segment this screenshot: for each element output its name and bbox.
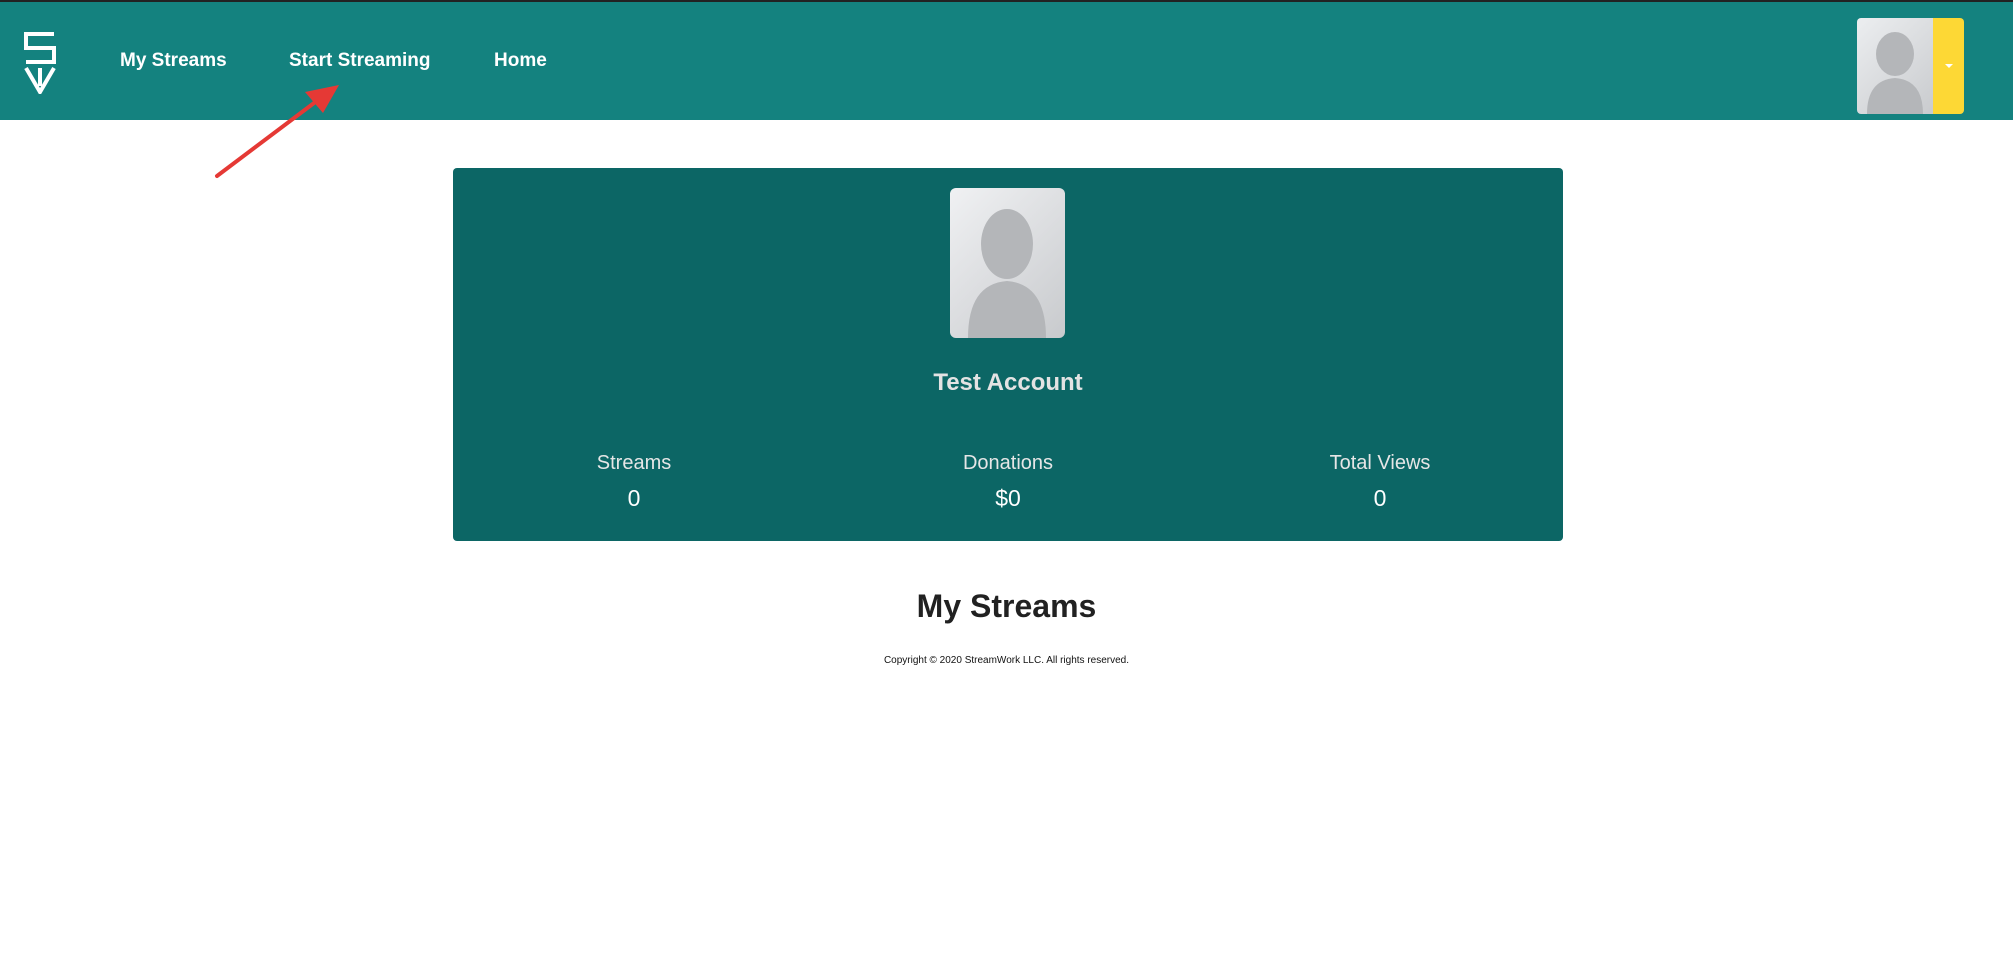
footer-copyright: Copyright © 2020 StreamWork LLC. All rig… xyxy=(883,655,1130,666)
stat-donations: Donations $0 xyxy=(888,452,1128,512)
caret-down-icon xyxy=(1944,64,1953,68)
nav-my-streams-link[interactable]: My Streams xyxy=(120,50,227,72)
stat-total-views: Total Views 0 xyxy=(1260,452,1500,512)
my-streams-heading: My Streams xyxy=(916,588,1097,624)
streamwork-logo-icon[interactable] xyxy=(24,32,56,94)
profile-avatar xyxy=(950,188,1065,338)
stat-streams: Streams 0 xyxy=(514,452,754,512)
stat-total-views-value: 0 xyxy=(1373,485,1387,511)
stat-donations-label: Donations xyxy=(962,452,1054,474)
user-avatar[interactable] xyxy=(1857,18,1933,114)
user-silhouette-icon xyxy=(1867,32,1923,114)
top-navbar: My Streams Start Streaming Home xyxy=(0,0,2013,120)
stat-donations-value: $0 xyxy=(995,485,1021,511)
nav-start-streaming-link[interactable]: Start Streaming xyxy=(289,50,430,72)
profile-name: Test Account xyxy=(933,369,1083,396)
nav-home-link[interactable]: Home xyxy=(494,50,547,72)
user-menu-button[interactable] xyxy=(1857,18,1964,114)
profile-card: Test Account Streams 0 Donations $0 Tota… xyxy=(453,168,1563,541)
user-silhouette-icon xyxy=(968,209,1046,338)
user-dropdown-toggle[interactable] xyxy=(1933,18,1964,114)
stat-streams-value: 0 xyxy=(627,485,641,511)
stat-total-views-label: Total Views xyxy=(1329,452,1431,474)
stat-streams-label: Streams xyxy=(596,452,672,474)
